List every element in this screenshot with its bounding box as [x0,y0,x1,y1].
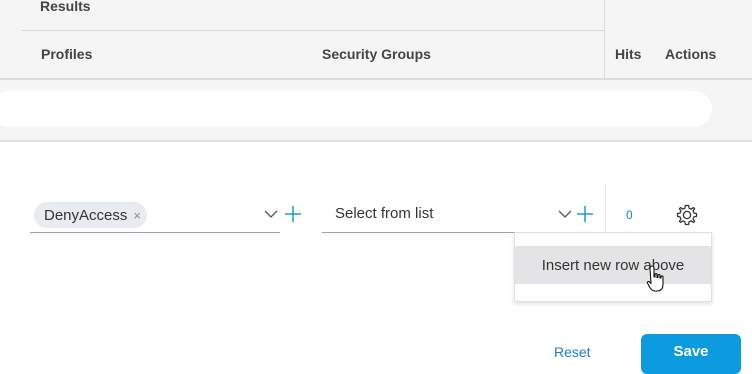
column-header-profiles: Profiles [41,46,93,62]
results-header: Results Profiles Security Groups Hits Ac… [0,0,752,142]
filter-row[interactable] [0,91,712,127]
column-header-actions: Actions [665,46,717,62]
add-security-group-icon[interactable] [576,205,594,223]
security-group-select[interactable]: Select from list [322,200,574,233]
add-profile-icon[interactable] [284,205,302,223]
results-label: Results [40,0,91,14]
menu-item-insert-row-above[interactable]: Insert new row above [515,246,711,284]
profile-tag: DenyAccess × [34,202,147,228]
column-header-security-groups: Security Groups [322,46,431,62]
column-header-hits: Hits [615,46,642,62]
divider [22,30,604,31]
divider [0,78,752,80]
chevron-down-icon[interactable] [558,209,572,219]
hand-cursor-icon [646,265,664,292]
gear-icon[interactable] [675,203,699,227]
row-actions-menu: Insert new row above [514,232,712,302]
divider [604,0,605,78]
remove-tag-icon[interactable]: × [133,208,141,223]
reset-button[interactable]: Reset [554,344,591,360]
chevron-down-icon[interactable] [264,209,278,219]
profile-tag-label: DenyAccess [44,206,128,224]
profiles-select[interactable]: DenyAccess × [30,200,280,233]
save-button[interactable]: Save [641,334,741,374]
hits-count[interactable]: 0 [626,208,633,222]
security-group-placeholder: Select from list [335,205,434,222]
